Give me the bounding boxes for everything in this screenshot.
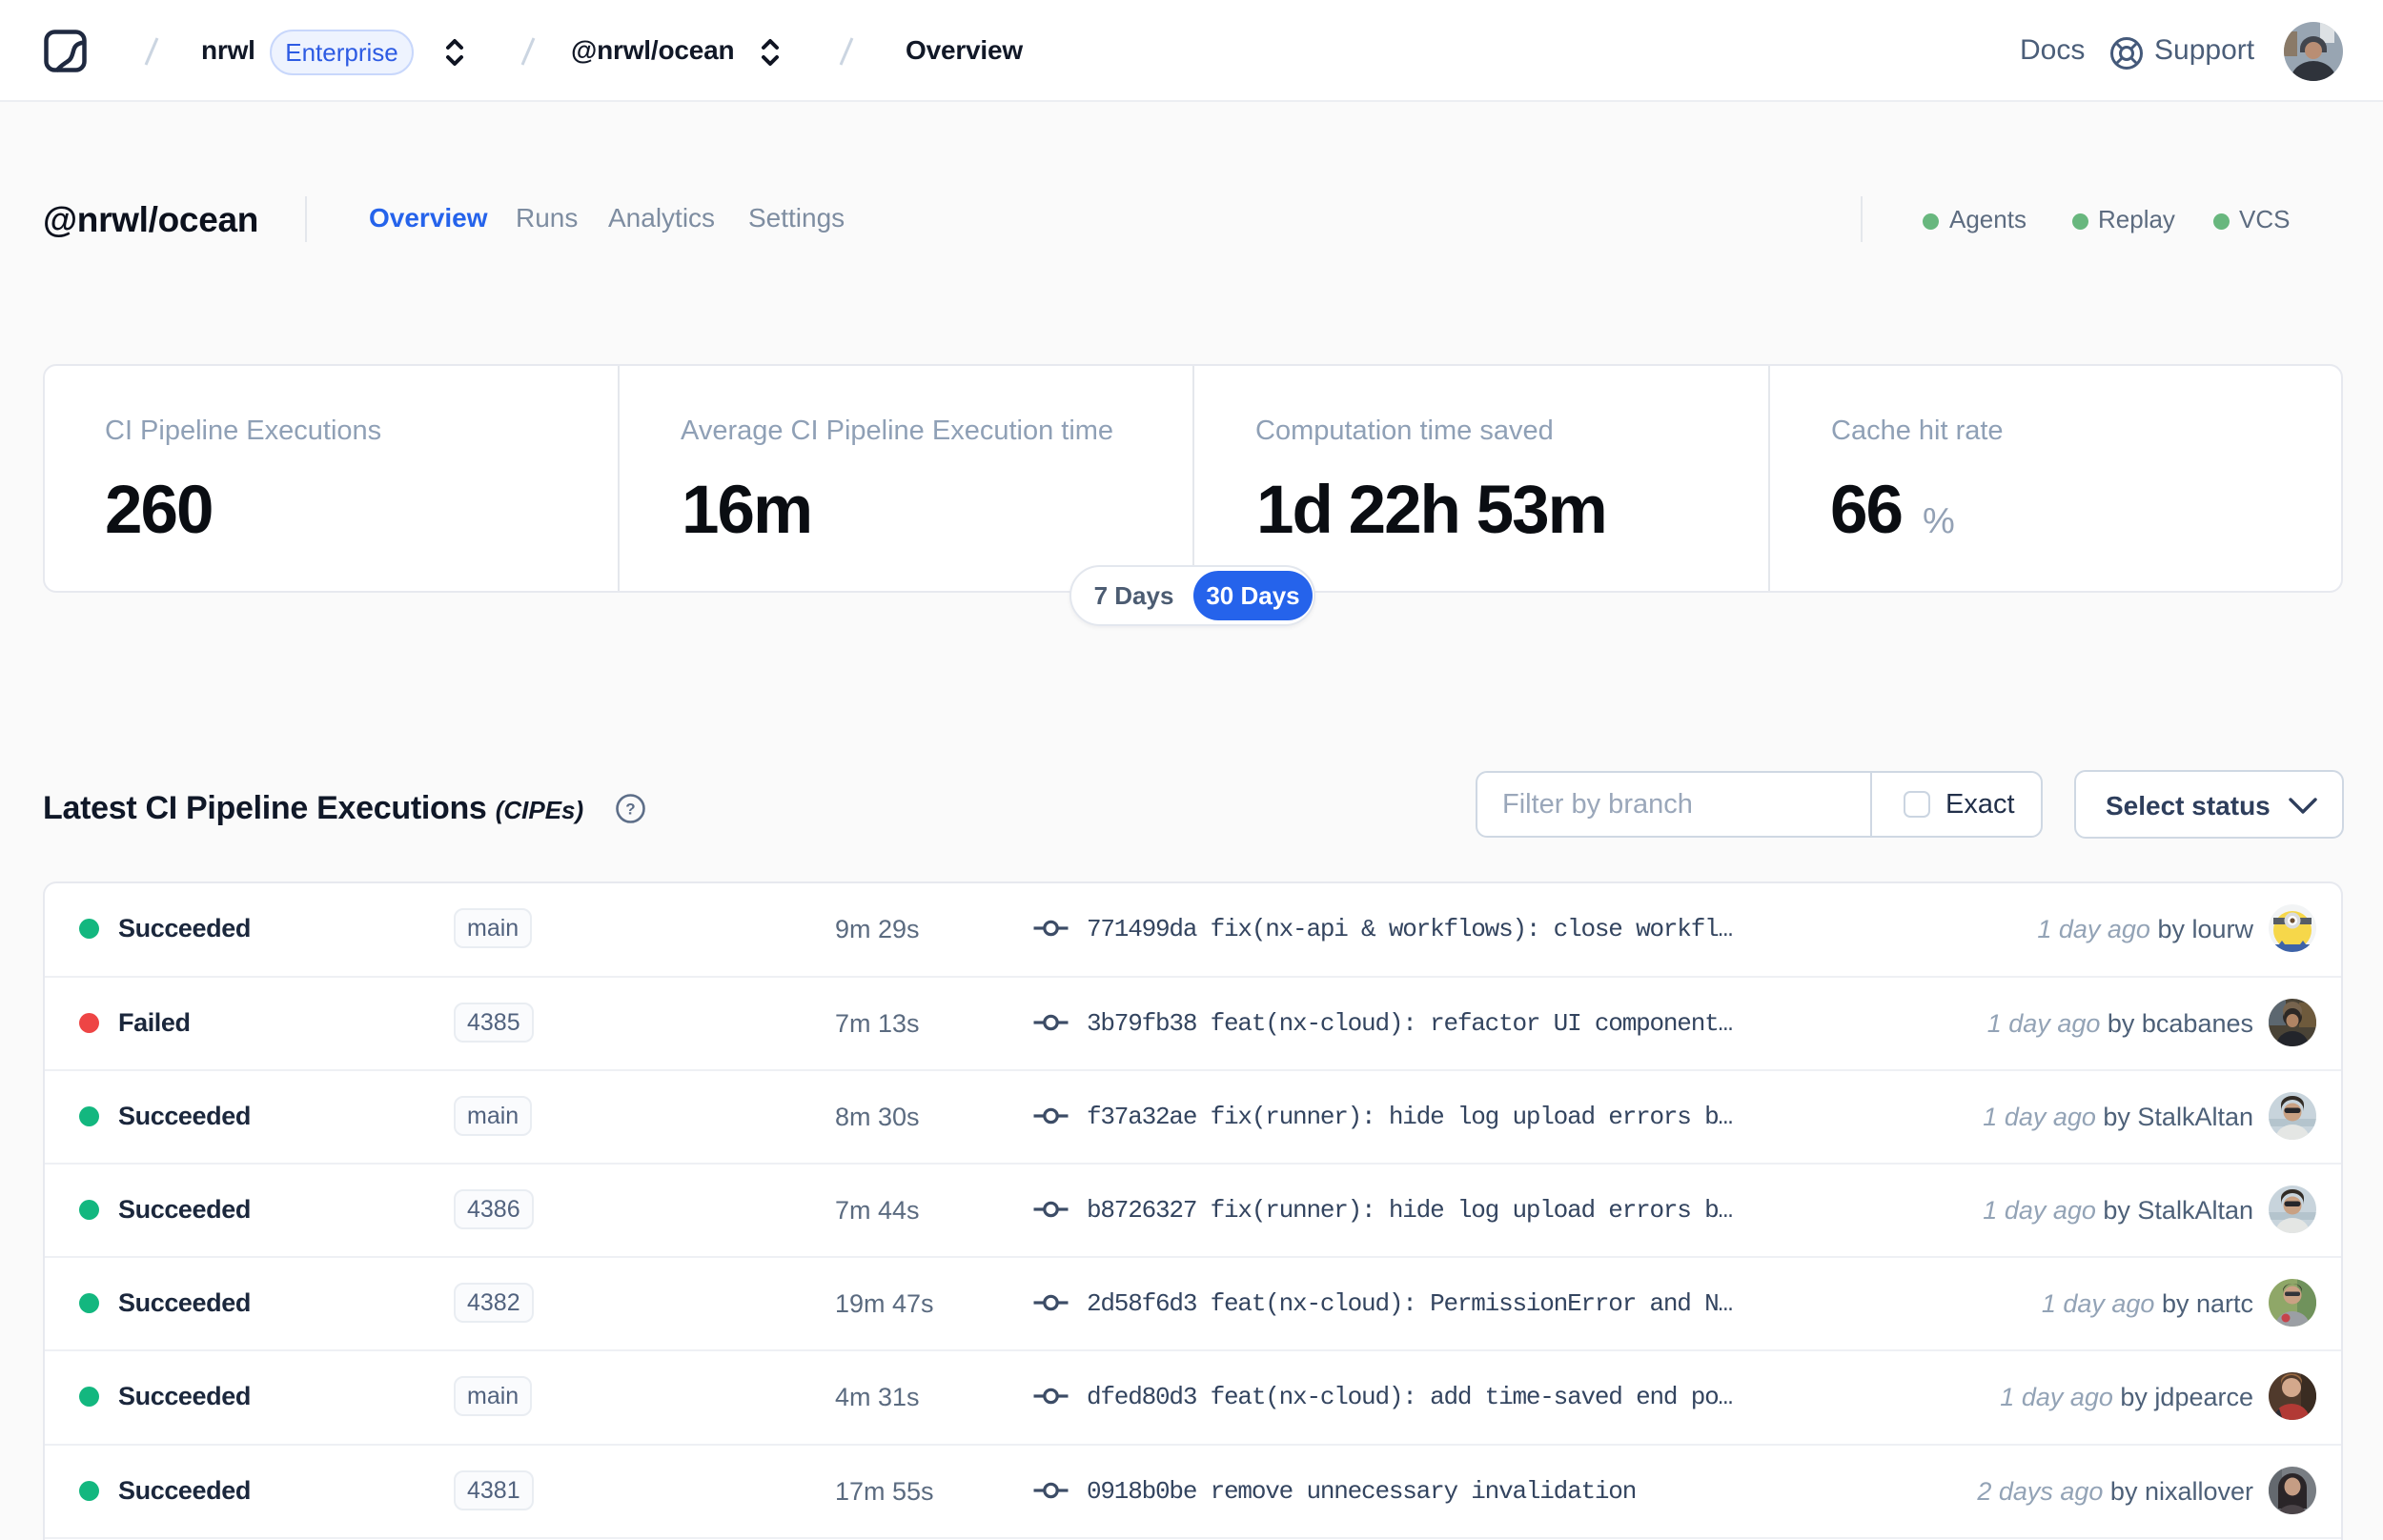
svg-text:?: ? bbox=[625, 800, 635, 819]
